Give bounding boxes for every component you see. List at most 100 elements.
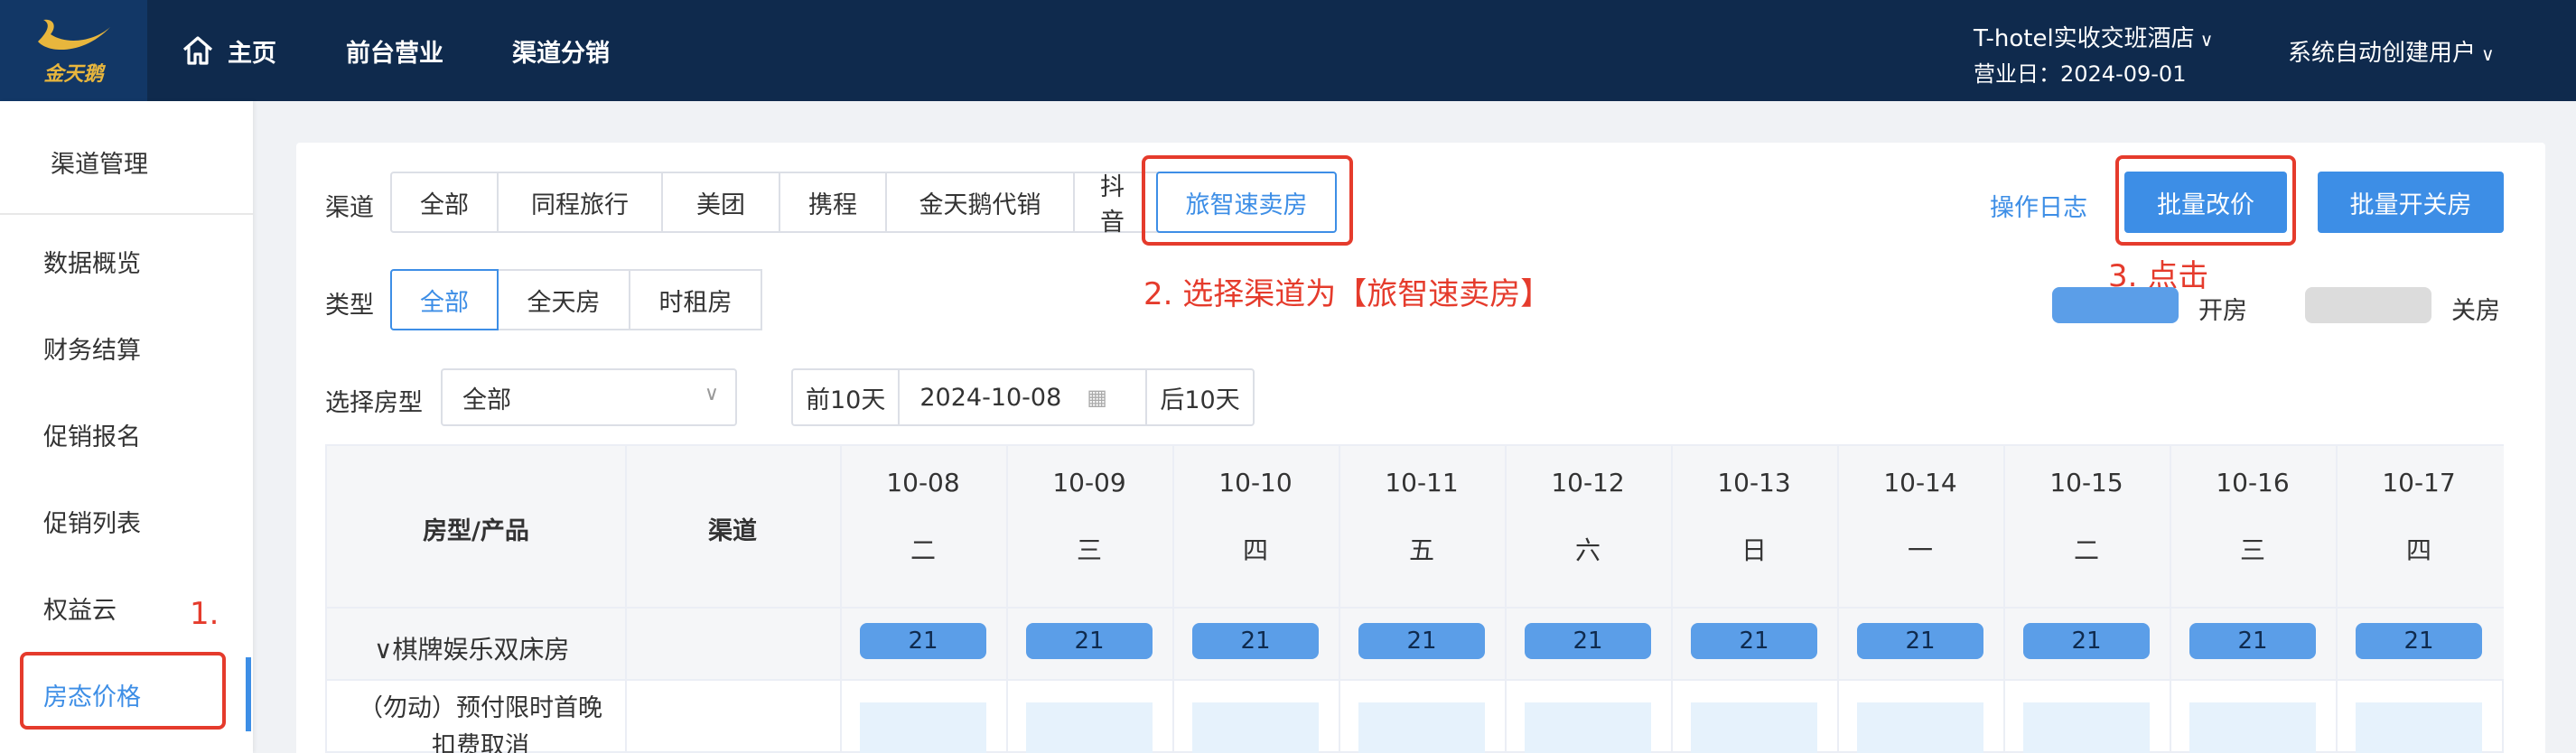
sidebar-active-indicator: [246, 657, 251, 731]
sidebar-item-promo-list[interactable]: 促销列表: [43, 504, 141, 539]
channel-all[interactable]: 全部: [390, 172, 499, 233]
legend-closed-swatch: [2305, 287, 2431, 323]
type-full-day[interactable]: 全天房: [497, 269, 630, 330]
hotel-name: T-hotel实收交班酒店: [1974, 25, 2195, 52]
price-cell[interactable]: [1525, 702, 1651, 753]
price-cell[interactable]: [1857, 702, 1983, 753]
sidebar-item-rights-cloud[interactable]: 权益云: [43, 590, 117, 626]
sidebar-item-finance[interactable]: 财务结算: [43, 330, 141, 366]
room-count-cell[interactable]: 21: [2023, 623, 2150, 659]
weekday-header: 二: [910, 535, 936, 565]
price-cell[interactable]: [1358, 702, 1485, 753]
nav-front-desk-label: 前台营业: [346, 39, 443, 68]
operation-log-link[interactable]: 操作日志: [1990, 188, 2087, 223]
price-cell[interactable]: [2189, 702, 2316, 753]
room-type-label: 选择房型: [325, 389, 423, 417]
nav-channel-distribution[interactable]: 渠道分销: [512, 0, 610, 101]
chevron-down-icon: ∨: [704, 383, 719, 405]
sidebar-title: 渠道管理: [51, 151, 148, 179]
user-menu[interactable]: 系统自动创建用户 ∨: [2288, 34, 2495, 68]
nav-channel-distribution-label: 渠道分销: [512, 39, 610, 68]
weekday-header: 日: [1741, 535, 1767, 565]
annotation-box-batch-price: [2115, 155, 2296, 246]
date-header: 10-15: [2049, 468, 2123, 497]
type-all[interactable]: 全部: [390, 269, 499, 330]
price-cell[interactable]: [2356, 702, 2482, 753]
room-type-toggle[interactable]: ∨棋牌娱乐双床房: [374, 630, 570, 666]
row-divider: [327, 679, 2504, 681]
room-type-select[interactable]: 全部 ∨: [441, 368, 737, 426]
nav-front-desk[interactable]: 前台营业: [346, 0, 443, 101]
annotation-step-1: 1.: [190, 596, 219, 632]
price-cell[interactable]: [1192, 702, 1319, 753]
home-icon: [182, 36, 213, 65]
legend-open-swatch: [2052, 287, 2179, 323]
channel-filter: 全部 同程旅行 美团 携程 金天鹅代销 抖音: [390, 172, 1167, 237]
row-divider: [327, 607, 2504, 609]
room-count-cell[interactable]: 21: [2189, 623, 2316, 659]
logo-text: 金天鹅: [43, 63, 104, 86]
date-value: 2024-10-08: [919, 383, 1062, 412]
date-header: 10-13: [1717, 468, 1791, 497]
price-cell[interactable]: [2023, 702, 2150, 753]
room-count-cell[interactable]: 21: [1857, 623, 1983, 659]
legend-open-label: 开房: [2198, 297, 2247, 325]
price-cell[interactable]: [1691, 702, 1817, 753]
channel-meituan[interactable]: 美团: [661, 172, 780, 233]
date-header: 10-14: [1883, 468, 1957, 497]
weekday-header: 六: [1574, 535, 1601, 565]
user-name: 系统自动创建用户: [2288, 40, 2477, 67]
brand-logo[interactable]: 金天鹅: [0, 0, 147, 101]
type-label: 类型: [325, 292, 374, 320]
room-count-cell[interactable]: 21: [1525, 623, 1651, 659]
date-header: 10-12: [1551, 468, 1625, 497]
col-divider: [625, 446, 627, 753]
channel-lvzhi-selected[interactable]: 旅智速卖房: [1156, 172, 1337, 233]
room-count-cell[interactable]: 21: [1358, 623, 1485, 659]
date-range: 前10天 2024-10-08 ▦ 后10天: [791, 368, 1255, 426]
hotel-selector[interactable]: T-hotel实收交班酒店 ∨: [1974, 20, 2213, 53]
annotation-box-room-price: [20, 652, 226, 730]
weekday-header: 三: [1076, 535, 1102, 565]
room-type-value: 全部: [462, 386, 511, 414]
batch-open-close-button[interactable]: 批量开关房: [2318, 172, 2504, 233]
next-10-days-button[interactable]: 后10天: [1145, 368, 1255, 426]
date-header: 10-08: [886, 468, 960, 497]
nav-home[interactable]: 主页: [181, 0, 276, 101]
chevron-down-icon: ∨: [2481, 43, 2495, 65]
date-picker[interactable]: 2024-10-08 ▦: [898, 368, 1148, 426]
product-name: （勿动）预付限时首晚扣费取消: [359, 694, 602, 753]
weekday-header: 一: [1907, 535, 1933, 565]
room-count-cell[interactable]: 21: [1192, 623, 1319, 659]
prev-10-days-button[interactable]: 前10天: [791, 368, 901, 426]
channel-tongcheng[interactable]: 同程旅行: [497, 172, 663, 233]
date-header: 10-09: [1052, 468, 1126, 497]
chevron-down-icon: ∨: [2199, 29, 2214, 51]
price-cell[interactable]: [860, 702, 986, 753]
header-room-product: 房型/产品: [423, 517, 529, 545]
date-header: 10-11: [1385, 468, 1459, 497]
top-nav-bar: 金天鹅 主页 前台营业 渠道分销 T-hotel实收交班酒店 ∨ 营业日：2024…: [0, 0, 2576, 101]
weekday-header: 四: [2405, 535, 2431, 565]
price-cell[interactable]: [1026, 702, 1153, 753]
swan-logo-icon: [37, 19, 110, 51]
room-count-cell[interactable]: 21: [1026, 623, 1153, 659]
sidebar-divider: [0, 213, 253, 215]
type-hourly[interactable]: 时租房: [629, 269, 762, 330]
calendar-icon: ▦: [1087, 385, 1107, 410]
room-count-cell[interactable]: 21: [1691, 623, 1817, 659]
channel-ctrip[interactable]: 携程: [779, 172, 887, 233]
channel-jintiane-agency[interactable]: 金天鹅代销: [885, 172, 1075, 233]
room-count-cell[interactable]: 21: [2356, 623, 2482, 659]
weekday-header: 二: [2073, 535, 2099, 565]
sidebar-item-promo-signup[interactable]: 促销报名: [43, 417, 141, 452]
weekday-header: 四: [1242, 535, 1268, 565]
type-filter: 全部 全天房 时租房: [390, 269, 762, 330]
annotation-step-2: 2. 选择渠道为【旅智速卖房】: [1143, 276, 1552, 312]
legend-closed-label: 关房: [2451, 297, 2500, 325]
weekday-header: 五: [1408, 535, 1434, 565]
room-price-table: 房型/产品 渠道 10-08 二 21 10-09 三 21 10-10 四 21 10-11 五 2…: [325, 444, 2504, 753]
sidebar-item-data-overview[interactable]: 数据概览: [43, 244, 141, 279]
room-count-cell[interactable]: 21: [860, 623, 986, 659]
nav-home-label: 主页: [228, 39, 276, 68]
